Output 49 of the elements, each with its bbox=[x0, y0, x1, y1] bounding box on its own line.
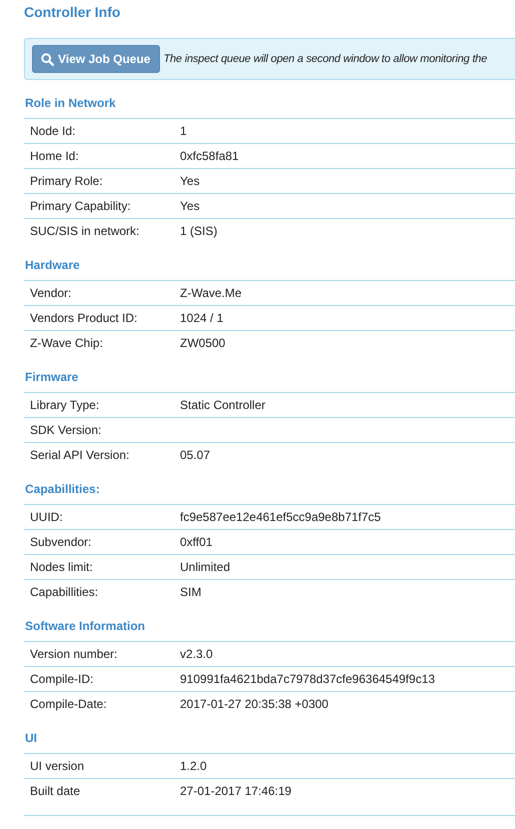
field-label: Vendor: bbox=[30, 286, 72, 300]
field-value: v2.3.0 bbox=[180, 647, 213, 661]
field-value: 910991fa4621bda7c7978d37cfe96364549f9c13 bbox=[180, 672, 435, 686]
field-value: Z-Wave.Me bbox=[180, 286, 242, 300]
field-value: 1 (SIS) bbox=[180, 224, 218, 238]
field-value: Unlimited bbox=[180, 560, 230, 574]
field-value: fc9e587ee12e461ef5cc9a9e8b71f7c5 bbox=[180, 510, 381, 524]
field-value: 1.2.0 bbox=[180, 759, 207, 773]
section-heading: UI bbox=[24, 730, 38, 747]
field-label: Library Type: bbox=[30, 398, 100, 412]
field-label: Built date bbox=[30, 784, 80, 798]
field-value: ZW0500 bbox=[180, 336, 226, 350]
field-value: 27-01-2017 17:46:19 bbox=[180, 784, 292, 798]
field-label: Z-Wave Chip: bbox=[30, 336, 103, 350]
field-label: Home Id: bbox=[30, 149, 79, 163]
field-value: 0xfc58fa81 bbox=[180, 149, 239, 163]
section-heading: Firmware bbox=[24, 369, 80, 386]
field-label: Primary Role: bbox=[30, 174, 103, 188]
field-label: Compile-ID: bbox=[30, 672, 94, 686]
field-value: Yes bbox=[180, 174, 200, 188]
field-value: 2017-01-27 20:35:38 +0300 bbox=[180, 697, 328, 711]
field-label: Subvendor: bbox=[30, 535, 92, 549]
field-label: Vendors Product ID: bbox=[30, 311, 138, 325]
section-heading: Software Information bbox=[24, 618, 146, 635]
field-label: UI version bbox=[30, 759, 84, 773]
field-label: Primary Capability: bbox=[30, 199, 131, 213]
page-title: Controller Info bbox=[24, 3, 122, 22]
field-label: Node Id: bbox=[30, 124, 76, 138]
field-label: Serial API Version: bbox=[30, 448, 130, 462]
field-label: SDK Version: bbox=[30, 423, 102, 437]
field-label: Version number: bbox=[30, 647, 118, 661]
field-label: Nodes limit: bbox=[30, 560, 93, 574]
field-label: UUID: bbox=[30, 510, 63, 524]
field-label: Compile-Date: bbox=[30, 697, 107, 711]
field-value: SIM bbox=[180, 585, 202, 599]
field-label: SUC/SIS in network: bbox=[30, 224, 140, 238]
view-job-queue-button[interactable]: View Job Queue bbox=[32, 45, 160, 73]
field-value: 0xff01 bbox=[180, 535, 212, 549]
section-heading: Role in Network bbox=[24, 95, 117, 112]
search-icon bbox=[41, 52, 54, 66]
field-label: Capabillities: bbox=[30, 585, 98, 599]
field-value: 1 bbox=[180, 124, 187, 138]
field-value: 05.07 bbox=[180, 448, 210, 462]
field-value: 1024 / 1 bbox=[180, 311, 224, 325]
section-heading: Capabillities: bbox=[24, 481, 101, 498]
field-value: Static Controller bbox=[180, 398, 266, 412]
section-heading: Hardware bbox=[24, 257, 81, 274]
info-text: The inspect queue will open a second window to allow monitoring the bbox=[163, 53, 488, 65]
field-value: Yes bbox=[180, 199, 200, 213]
